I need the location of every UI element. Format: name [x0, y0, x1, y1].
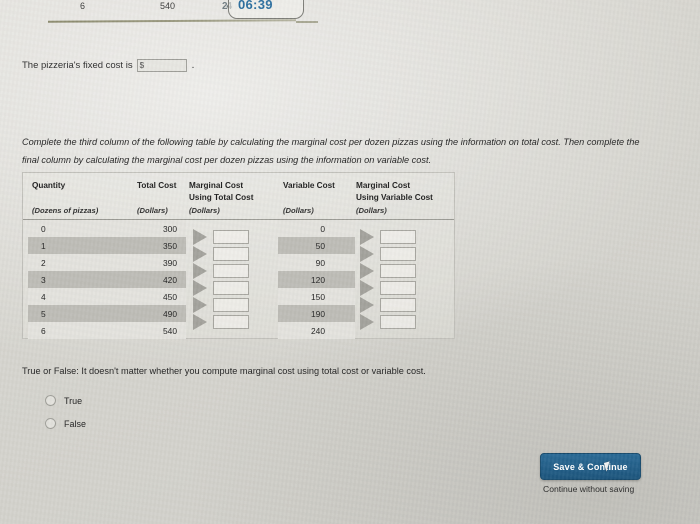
marginal-variable-cost-input[interactable] — [380, 281, 416, 295]
header-marginal-variable-cost: Marginal Cost Using Variable Cost — [356, 180, 454, 204]
marginal-variable-cost-gap — [23, 246, 454, 262]
marginal-variable-cost-input[interactable] — [380, 298, 416, 312]
dollar-sign-icon: $ — [139, 61, 145, 70]
chevron-right-icon — [360, 314, 374, 330]
radio-button-icon[interactable] — [45, 395, 56, 406]
marginal-variable-cost-input[interactable] — [380, 264, 416, 278]
marginal-variable-cost-input[interactable] — [380, 315, 416, 329]
radio-option-false[interactable]: False — [45, 418, 86, 429]
table-header-row: Quantity (Dozens of pizzas) Total Cost (… — [23, 173, 454, 220]
fixed-cost-input[interactable]: $ — [136, 59, 187, 72]
header-total-cost-unit: (Dollars) — [137, 206, 168, 215]
fixed-cost-period: . — [191, 60, 195, 71]
chevron-right-icon — [360, 246, 374, 262]
timer-value: 06:39 — [238, 0, 273, 12]
section-divider-secondary — [296, 21, 318, 23]
header-variable-cost-unit: (Dollars) — [283, 206, 314, 215]
top-partial-total-cost: 540 — [160, 1, 176, 11]
header-variable-cost: Variable Cost — [283, 181, 335, 190]
radio-option-true[interactable]: True — [45, 395, 82, 406]
true-false-question: True or False: It doesn't matter whether… — [22, 366, 426, 376]
marginal-variable-cost-gap — [23, 280, 454, 296]
header-marginal-total-cost-unit: (Dollars) — [189, 206, 220, 215]
header-marginal-total-cost-line2: Using Total Cost — [189, 192, 254, 202]
header-marginal-total-cost-line1: Marginal Cost — [189, 181, 244, 190]
continue-without-saving-link[interactable]: Continue without saving — [543, 484, 634, 494]
top-partial-row: 6 540 24 06:39 — [0, 0, 700, 23]
top-partial-quantity: 6 — [80, 1, 86, 11]
cost-table: Quantity (Dozens of pizzas) Total Cost (… — [22, 172, 455, 339]
marginal-variable-cost-gap — [23, 297, 454, 313]
instructions-text: Complete the third column of the followi… — [22, 137, 640, 165]
marginal-variable-cost-gap — [23, 263, 454, 279]
chevron-right-icon — [360, 229, 374, 245]
marginal-variable-cost-gap — [23, 229, 454, 245]
header-marginal-variable-cost-unit: (Dollars) — [356, 206, 387, 215]
header-quantity-unit: (Dozens of pizzas) — [32, 206, 99, 215]
radio-label-false: False — [64, 418, 87, 429]
marginal-variable-cost-input[interactable] — [380, 230, 416, 244]
radio-label-true: True — [64, 395, 83, 406]
table-body: 0 300 0 1 350 50 2 390 90 3 420 120 4 450 150 5 490 190 6 5… — [23, 220, 454, 339]
header-total-cost: Total Cost — [137, 181, 177, 190]
save-and-continue-button[interactable]: Save & Continue — [540, 453, 641, 480]
marginal-variable-cost-input[interactable] — [380, 247, 416, 261]
header-marginal-total-cost: Marginal Cost Using Total Cost — [189, 180, 281, 204]
chevron-right-icon — [360, 263, 374, 279]
header-quantity: Quantity — [32, 181, 66, 190]
fixed-cost-label: The pizzeria's fixed cost is — [22, 60, 133, 71]
chevron-right-icon — [360, 280, 374, 296]
fixed-cost-question: The pizzeria's fixed cost is $ . — [22, 59, 194, 72]
header-marginal-variable-cost-line1: Marginal Cost — [356, 181, 411, 190]
marginal-variable-cost-gap — [23, 314, 454, 330]
header-marginal-variable-cost-line2: Using Variable Cost — [356, 192, 433, 202]
chevron-right-icon — [360, 297, 374, 313]
radio-button-icon[interactable] — [45, 418, 56, 429]
